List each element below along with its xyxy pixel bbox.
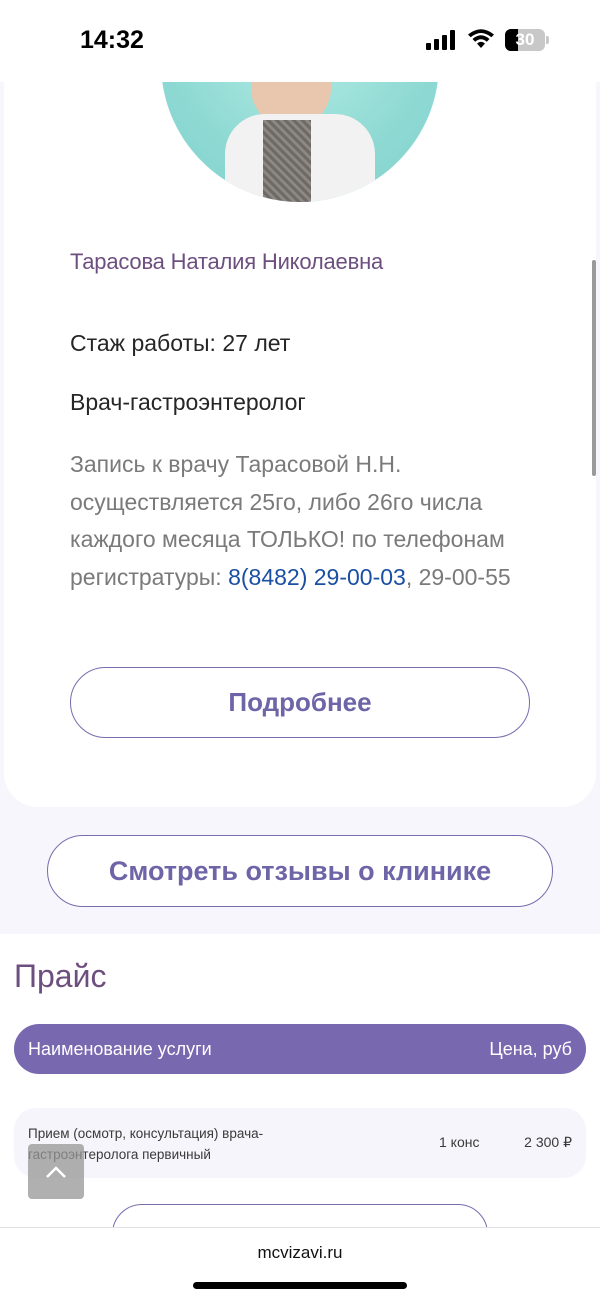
- signal-icon: [426, 30, 455, 50]
- price-header-name: Наименование услуги: [28, 1039, 212, 1059]
- appointment-note-phone2: , 29-00-55: [405, 563, 511, 590]
- table-row: Прием (осмотр, консультация) врача-гастр…: [14, 1108, 586, 1178]
- price-title: Прайс: [14, 958, 107, 994]
- doctor-specialty: Врач-гастроэнтеролог: [70, 389, 306, 415]
- browser-bar: mcvizavi.ru: [0, 1227, 600, 1300]
- scroll-top-button[interactable]: [28, 1144, 84, 1199]
- status-time: 14:32: [80, 26, 144, 54]
- status-bar: 14:32 30: [0, 0, 600, 82]
- price-value: 2 300 ₽: [524, 1134, 572, 1150]
- battery-cap: [546, 36, 549, 44]
- url-text[interactable]: mcvizavi.ru: [0, 1243, 600, 1263]
- doctor-name[interactable]: Тарасова Наталия Николаевна: [70, 248, 450, 276]
- price-unit: 1 конс: [439, 1134, 480, 1150]
- reviews-button[interactable]: Смотреть отзывы о клинике: [47, 835, 553, 907]
- price-section: Прайс Наименование услуги Цена, руб Прие…: [0, 934, 600, 1264]
- wifi-icon: [468, 29, 494, 48]
- appointment-note: Запись к врачу Тарасовой Н.Н. осуществля…: [70, 446, 540, 596]
- phone-link[interactable]: 8(8482) 29-00-03: [228, 564, 406, 590]
- price-header-price: Цена, руб: [489, 1039, 572, 1059]
- battery-icon: 30: [505, 29, 545, 51]
- chevron-up-icon: [46, 1165, 66, 1178]
- scrollbar[interactable]: [592, 260, 596, 476]
- home-indicator: [193, 1282, 407, 1289]
- battery-level: 30: [515, 30, 535, 49]
- doctor-photo: [161, 82, 439, 202]
- price-table-header: Наименование услуги Цена, руб: [14, 1024, 586, 1074]
- doctor-experience: Стаж работы: 27 лет: [70, 330, 291, 356]
- more-button[interactable]: Подробнее: [70, 667, 530, 738]
